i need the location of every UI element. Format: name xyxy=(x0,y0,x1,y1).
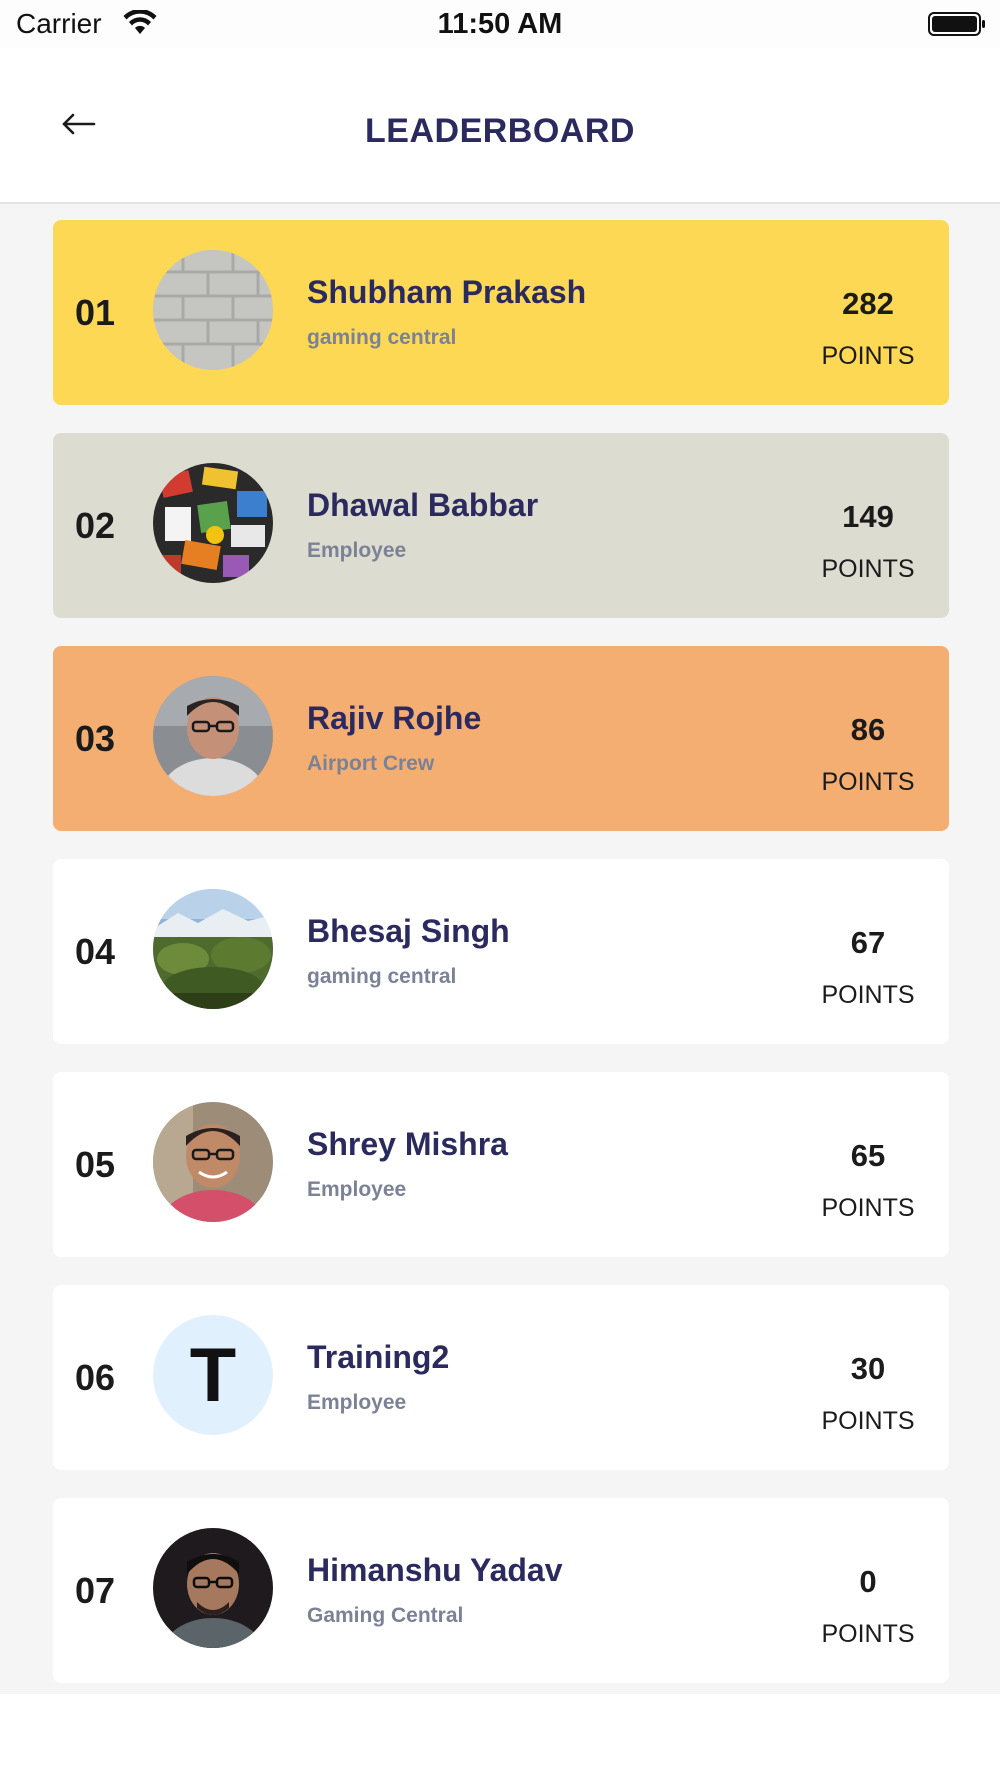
player-role: Employee xyxy=(307,1178,407,1201)
leaderboard-list: 01 Shubham Prakash gaming central 282 PO… xyxy=(0,204,1000,1694)
navigation-header: LEADERBOARD xyxy=(0,48,1000,204)
points-value: 282 xyxy=(842,286,894,321)
rank-number: 07 xyxy=(75,1570,116,1611)
rank-number: 01 xyxy=(75,292,116,333)
rank-number: 05 xyxy=(75,1144,116,1185)
avatar xyxy=(153,250,273,370)
points-label: POINTS xyxy=(821,1194,915,1222)
player-role: gaming central xyxy=(307,965,457,988)
page-title: LEADERBOARD xyxy=(365,112,635,150)
leaderboard-row[interactable]: 04 Bhesaj Singh gaming central 67 POINTS xyxy=(53,859,949,1044)
avatar xyxy=(153,676,273,796)
leaderboard-row[interactable]: 05 Shrey Mishra Employee 65 POINTS xyxy=(53,1072,949,1257)
points-label: POINTS xyxy=(821,342,915,370)
points-value: 0 xyxy=(859,1564,877,1599)
player-role: Gaming Central xyxy=(307,1604,464,1627)
player-role: Airport Crew xyxy=(307,752,435,775)
points-label: POINTS xyxy=(821,768,915,796)
points-value: 30 xyxy=(850,1351,886,1386)
avatar xyxy=(153,1528,273,1648)
points-label: POINTS xyxy=(821,555,915,583)
leaderboard-row[interactable]: 03 Rajiv Rojhe Airport Crew 86 POINTS xyxy=(53,646,949,831)
player-role: Employee xyxy=(307,1391,407,1414)
player-name: Shubham Prakash xyxy=(307,274,587,310)
rank-number: 02 xyxy=(75,505,116,546)
player-role: Employee xyxy=(307,539,407,562)
points-value: 65 xyxy=(850,1138,886,1173)
avatar xyxy=(153,463,273,583)
player-role: gaming central xyxy=(307,326,457,349)
avatar xyxy=(153,889,273,1009)
bottom-area xyxy=(0,1694,1000,1778)
points-value: 86 xyxy=(850,712,886,747)
status-bar: Carrier 11:50 AM xyxy=(0,0,1000,48)
player-name: Himanshu Yadav xyxy=(307,1552,563,1588)
status-time: 11:50 AM xyxy=(437,8,563,40)
leaderboard-row[interactable]: 02 Dhawal Babbar Employee 149 POINTS xyxy=(53,433,949,618)
player-name: Dhawal Babbar xyxy=(307,487,539,523)
leaderboard-row[interactable]: 07 Himanshu Yadav Gaming Central 0 POINT… xyxy=(53,1498,949,1683)
points-label: POINTS xyxy=(821,1407,915,1435)
battery-icon xyxy=(928,12,986,36)
player-name: Bhesaj Singh xyxy=(307,913,510,949)
leaderboard-row[interactable]: 06 T Training2 Employee 30 POINTS xyxy=(53,1285,949,1470)
player-name: Training2 xyxy=(307,1339,450,1375)
leaderboard-row[interactable]: 01 Shubham Prakash gaming central 282 PO… xyxy=(53,220,949,405)
player-name: Shrey Mishra xyxy=(307,1126,508,1162)
avatar xyxy=(153,1102,273,1222)
rank-number: 03 xyxy=(75,718,116,759)
points-value: 149 xyxy=(842,499,894,534)
rank-number: 06 xyxy=(75,1357,116,1398)
rank-number: 04 xyxy=(75,931,116,972)
points-label: POINTS xyxy=(821,1620,915,1648)
leaderboard-screen: Carrier 11:50 AM LEADERBOARD 01 Shubham … xyxy=(0,0,1000,1778)
points-label: POINTS xyxy=(821,981,915,1009)
player-name: Rajiv Rojhe xyxy=(307,700,482,736)
avatar-initial: T xyxy=(153,1315,273,1435)
avatar: T xyxy=(153,1315,273,1435)
points-value: 67 xyxy=(850,925,886,960)
